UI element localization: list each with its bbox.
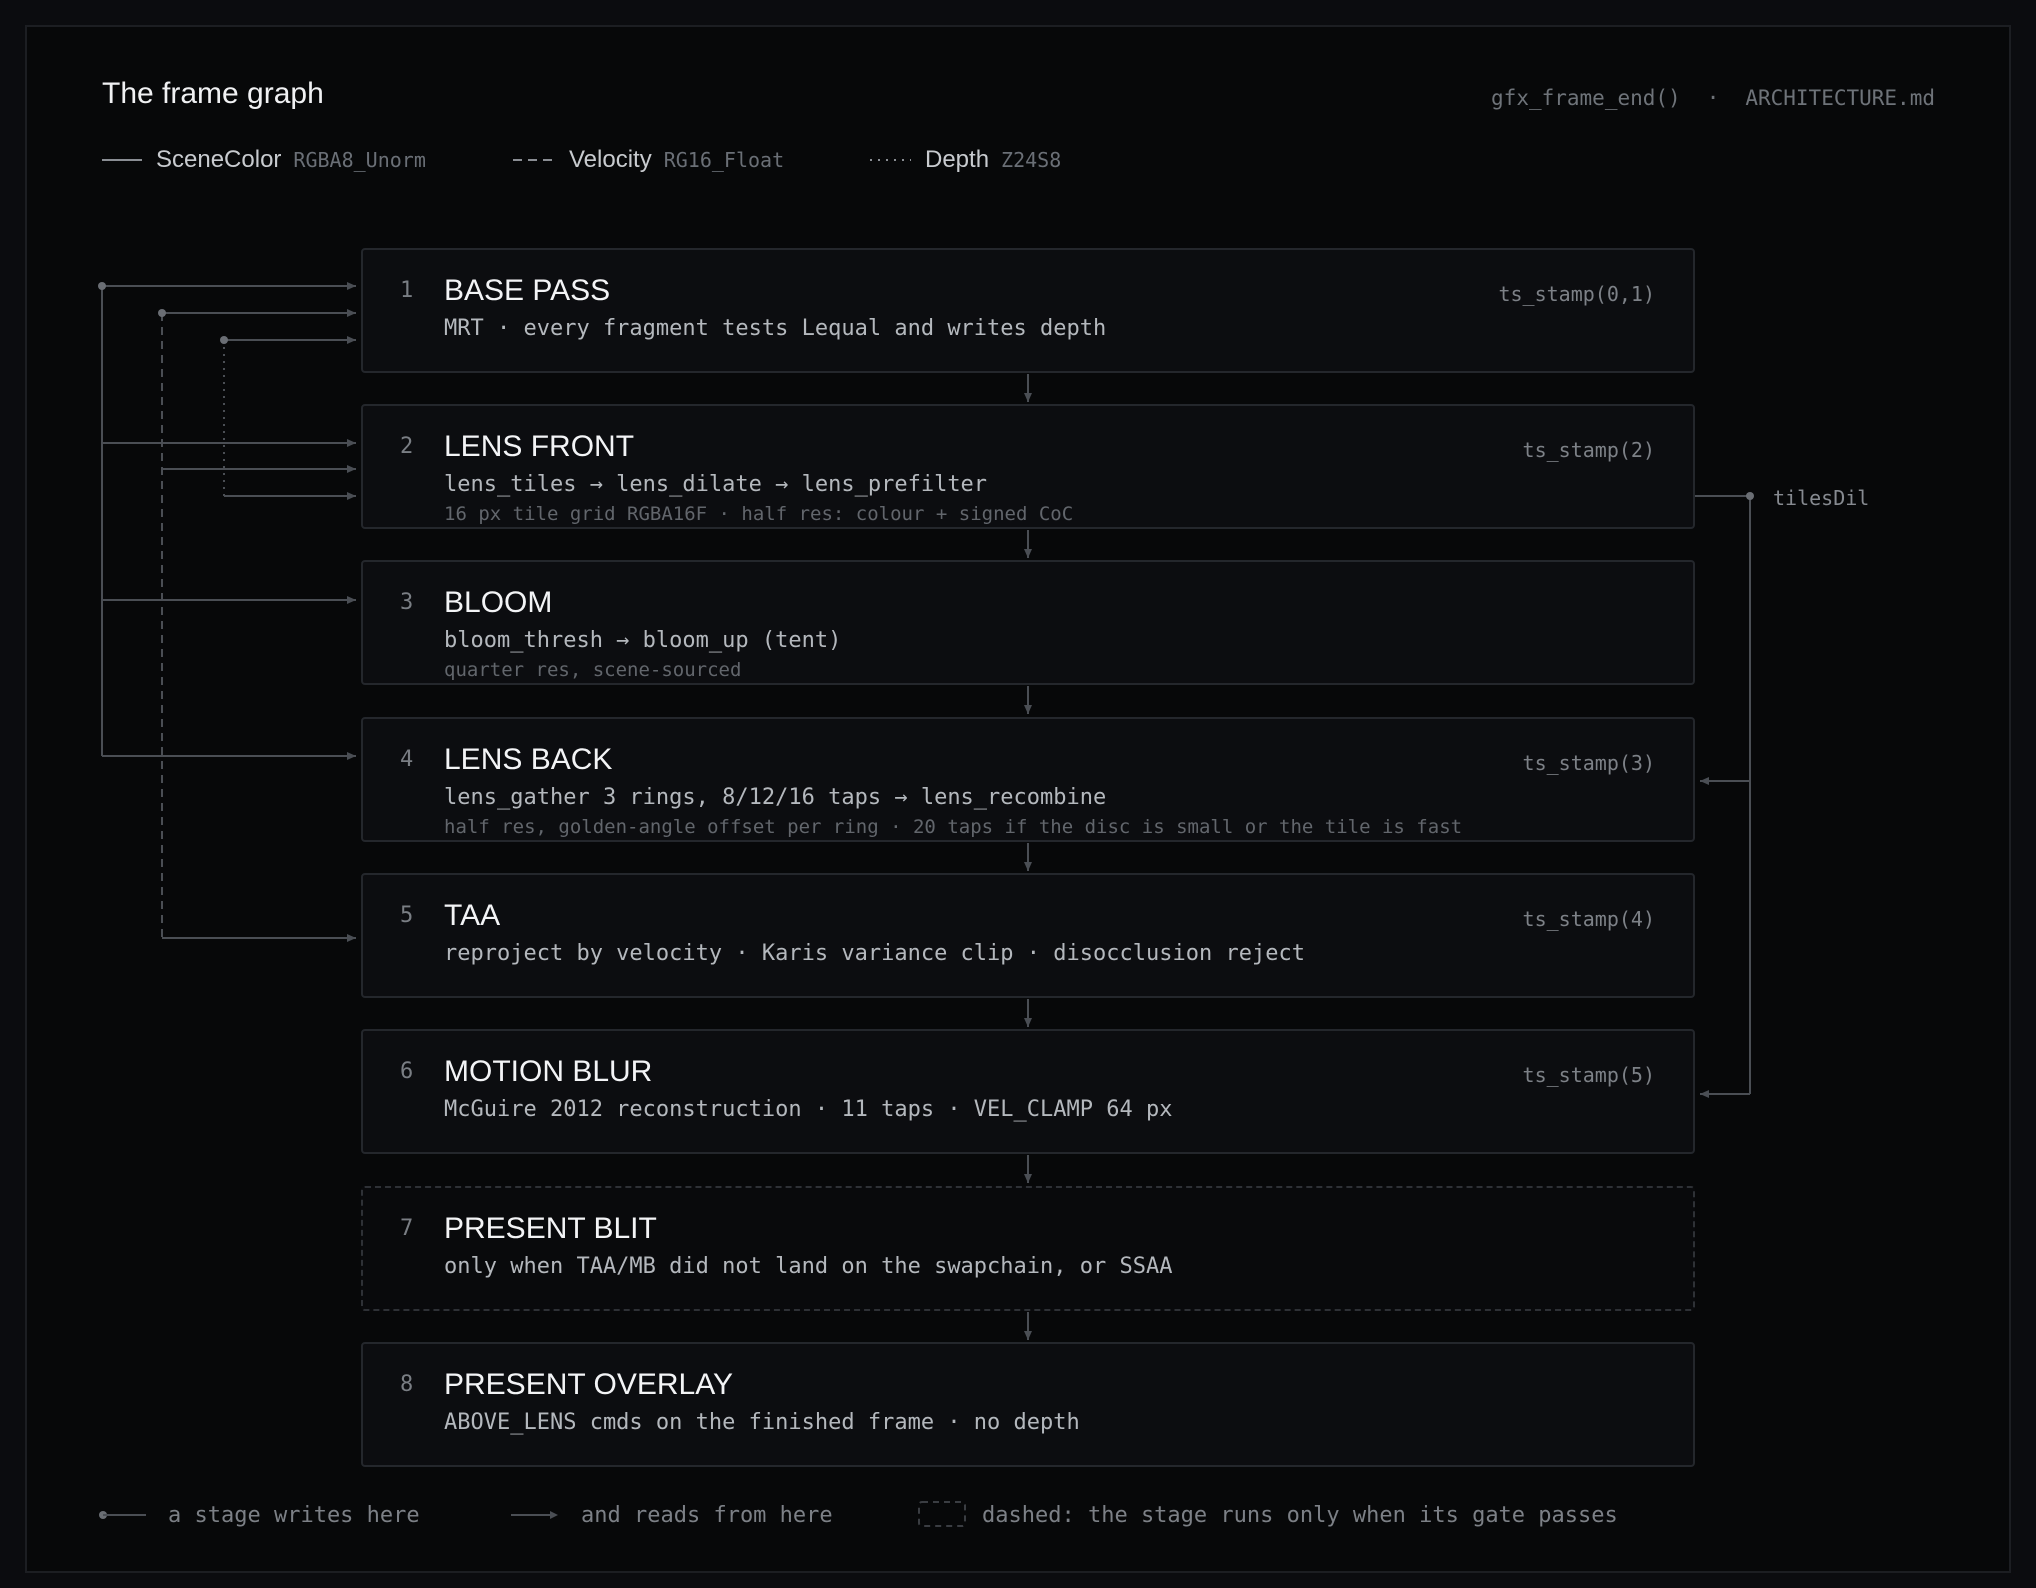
stage-number: 2 <box>400 434 414 459</box>
stage-description: reproject by velocity · Karis variance c… <box>444 941 1305 966</box>
stage-number: 3 <box>400 590 414 615</box>
read-arrow-icon <box>511 1511 558 1519</box>
depth-write-dot <box>220 336 228 344</box>
stage-lens-front[interactable]: 2 LENS FRONT lens_tiles → lens_dilate → … <box>361 404 1695 529</box>
scenecolor-write-dot <box>98 282 106 290</box>
depth-wire <box>223 336 356 500</box>
stage-timestamp: ts_stamp(3) <box>1522 751 1655 775</box>
footer-gated: dashed: the stage runs only when its gat… <box>918 1500 1618 1530</box>
stage-present-overlay[interactable]: 8 PRESENT OVERLAY ABOVE_LENS cmds on the… <box>361 1342 1695 1467</box>
stage-description: only when TAA/MB did not land on the swa… <box>444 1254 1173 1279</box>
stage-subnote: half res, golden-angle offset per ring ·… <box>444 816 1463 838</box>
velocity-wire <box>161 309 356 942</box>
stage-subnote: quarter res, scene-sourced <box>444 659 742 681</box>
stage-number: 8 <box>400 1372 414 1397</box>
footer-writes: a stage writes here <box>98 1500 420 1530</box>
stage-description: bloom_thresh → bloom_up (tent) <box>444 628 842 653</box>
stage-number: 4 <box>400 747 414 772</box>
tilesdil-label: tilesDil <box>1773 486 1870 510</box>
footer-reads: and reads from here <box>511 1500 833 1530</box>
stage-description: McGuire 2012 reconstruction · 11 taps · … <box>444 1097 1173 1122</box>
write-dot-icon <box>99 1511 146 1519</box>
tilesdil-write-dot <box>1746 492 1754 500</box>
stage-name: PRESENT OVERLAY <box>444 1368 733 1401</box>
stage-timestamp: ts_stamp(2) <box>1522 438 1655 462</box>
stage-number: 1 <box>400 278 414 303</box>
velocity-write-dot <box>158 309 166 317</box>
stage-timestamp: ts_stamp(5) <box>1522 1063 1655 1087</box>
stage-name: LENS BACK <box>444 743 613 776</box>
stage-description: ABOVE_LENS cmds on the finished frame · … <box>444 1410 1080 1435</box>
stage-name: BASE PASS <box>444 274 611 307</box>
footer-writes-text: a stage writes here <box>168 1502 420 1528</box>
scenecolor-wire <box>101 282 356 760</box>
stage-taa[interactable]: 5 TAA reproject by velocity · Karis vari… <box>361 873 1695 998</box>
stage-motion-blur[interactable]: 6 MOTION BLUR McGuire 2012 reconstructio… <box>361 1029 1695 1154</box>
stage-name: BLOOM <box>444 586 553 619</box>
stage-name: LENS FRONT <box>444 430 635 463</box>
stage-timestamp: ts_stamp(4) <box>1522 907 1655 931</box>
stage-description: MRT · every fragment tests Lequal and wr… <box>444 316 1107 341</box>
stage-lens-back[interactable]: 4 LENS BACK lens_gather 3 rings, 8/12/16… <box>361 717 1695 842</box>
stage-base-pass[interactable]: 1 BASE PASS MRT · every fragment tests L… <box>361 248 1695 373</box>
stage-present-blit[interactable]: 7 PRESENT BLIT only when TAA/MB did not … <box>361 1186 1695 1311</box>
stage-description: lens_tiles → lens_dilate → lens_prefilte… <box>444 472 988 497</box>
stage-number: 5 <box>400 903 414 928</box>
stage-name: TAA <box>444 899 501 932</box>
stage-name: PRESENT BLIT <box>444 1212 657 1245</box>
stage-description: lens_gather 3 rings, 8/12/16 taps → lens… <box>444 785 1107 810</box>
footer-reads-text: and reads from here <box>581 1502 833 1528</box>
stage-timestamp: ts_stamp(0,1) <box>1498 282 1655 306</box>
stage-number: 6 <box>400 1059 414 1084</box>
dashed-box-icon <box>918 1501 966 1527</box>
stage-name: MOTION BLUR <box>444 1055 653 1088</box>
stage-bloom[interactable]: 3 BLOOM bloom_thresh → bloom_up (tent) q… <box>361 560 1695 685</box>
tilesdil-wire <box>1695 495 1751 1098</box>
stage-subnote: 16 px tile grid RGBA16F · half res: colo… <box>444 503 1074 525</box>
footer-gated-text: dashed: the stage runs only when its gat… <box>982 1502 1618 1528</box>
stage-number: 7 <box>400 1216 414 1241</box>
